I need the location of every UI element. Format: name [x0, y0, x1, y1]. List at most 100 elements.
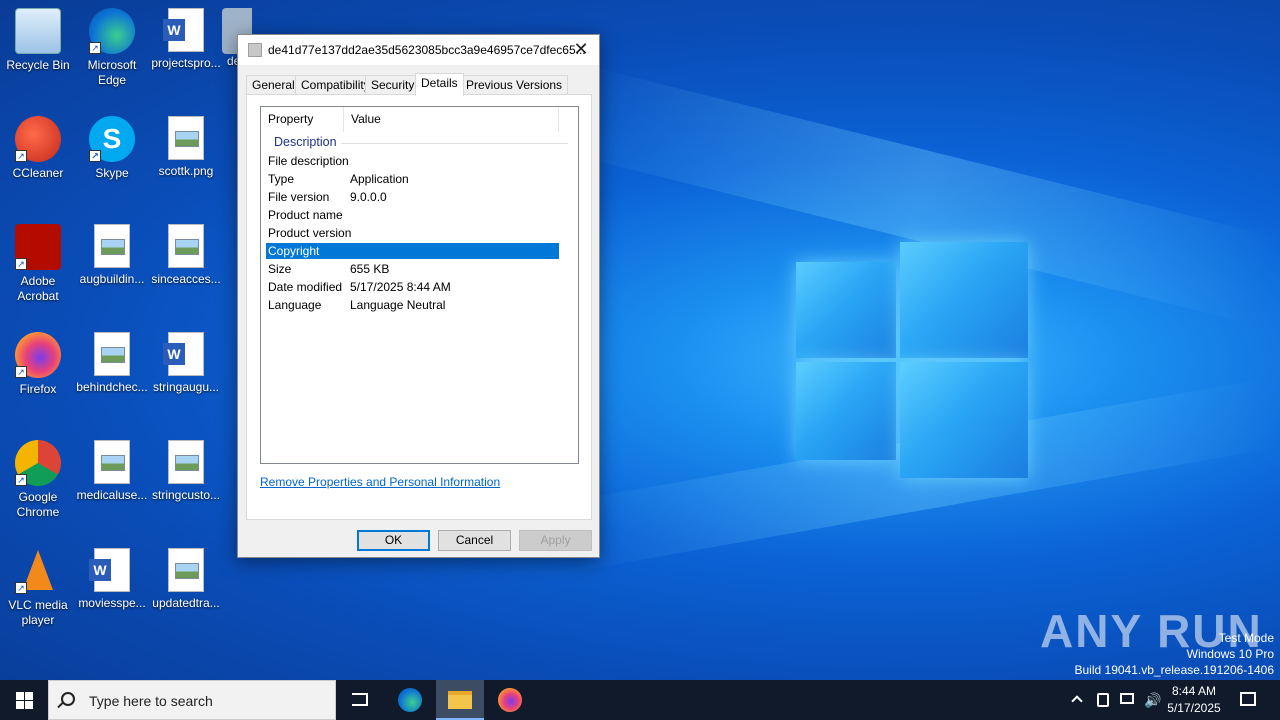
- taskbar-edge-button[interactable]: [386, 680, 434, 720]
- vlc-icon: ↗: [15, 548, 61, 594]
- desktop-icon-behindchec[interactable]: behindchec...: [74, 332, 150, 395]
- desktop-icon-label: behindchec...: [76, 380, 148, 394]
- network-button[interactable]: [1118, 680, 1136, 720]
- desktop-icon-projectspro[interactable]: W projectspro...: [148, 8, 224, 71]
- volume-button[interactable]: 🔊: [1142, 680, 1161, 720]
- desktop-icon-label: Adobe Acrobat: [17, 274, 59, 303]
- desktop-icon-label: Firefox: [19, 382, 57, 396]
- property-name: Size: [268, 262, 292, 276]
- desktop-icon-label: Skype: [95, 166, 129, 180]
- property-value: 655 KB: [350, 262, 390, 276]
- property-value: 5/17/2025 8:44 AM: [350, 280, 451, 294]
- details-row[interactable]: Product name: [266, 207, 559, 223]
- details-row-selected[interactable]: Copyright: [266, 243, 559, 259]
- property-name: Copyright: [268, 244, 320, 258]
- taskbar-clock[interactable]: 8:44 AM 5/17/2025: [1164, 683, 1224, 717]
- tab-compatibility[interactable]: Compatibility: [295, 75, 376, 95]
- column-header-value[interactable]: Value: [344, 107, 559, 132]
- desktop-icon-label: Recycle Bin: [6, 58, 70, 72]
- close-button[interactable]: ✕: [569, 40, 593, 60]
- taskbar-search-box[interactable]: Type here to search: [48, 680, 336, 720]
- property-name: Date modified: [268, 280, 343, 294]
- desktop-icon-augbuildin[interactable]: augbuildin...: [74, 224, 150, 287]
- tab-general[interactable]: General: [246, 75, 301, 95]
- details-row[interactable]: Product version: [266, 225, 559, 241]
- taskbar-firefox-button[interactable]: [486, 680, 534, 720]
- details-row[interactable]: Language Language Neutral: [266, 297, 559, 313]
- remove-properties-link[interactable]: Remove Properties and Personal Informati…: [260, 475, 500, 489]
- show-hidden-icons-button[interactable]: [1070, 680, 1086, 720]
- desktop-icon-label: stringaugu...: [152, 380, 220, 394]
- image-file-icon: [94, 224, 130, 268]
- tab-security[interactable]: Security: [365, 75, 421, 95]
- tab-previous-versions[interactable]: Previous Versions: [460, 75, 569, 95]
- word-document-icon: W: [163, 332, 204, 376]
- search-icon: [61, 692, 75, 706]
- tray-app-icon[interactable]: [1094, 680, 1112, 720]
- chevron-up-icon: [1071, 695, 1083, 707]
- image-file-icon: [168, 440, 204, 484]
- details-row[interactable]: File description: [266, 153, 559, 169]
- desktop-icon-google-chrome[interactable]: ↗ Google Chrome: [0, 440, 76, 520]
- desktop-icon-label: stringcusto...: [151, 488, 221, 502]
- details-row[interactable]: File version 9.0.0.0: [266, 189, 559, 205]
- chrome-icon: ↗: [15, 440, 61, 486]
- folder-icon: [448, 691, 472, 709]
- desktop-icon-adobe-acrobat[interactable]: ↗ Adobe Acrobat: [0, 224, 76, 304]
- property-name: Language: [268, 298, 322, 312]
- desktop-icon-moviesspe[interactable]: W moviesspe...: [74, 548, 150, 611]
- desktop-icon-recycle-bin[interactable]: Recycle Bin: [0, 8, 76, 73]
- clock-time: 8:44 AM: [1171, 684, 1217, 698]
- desktop-icon-label: Google Chrome: [16, 490, 60, 519]
- dialog-titlebar[interactable]: de41d77e137dd2ae35d5623085bcc3a9e46957ce…: [238, 35, 599, 65]
- task-view-icon: [352, 693, 368, 706]
- desktop-icon-skype[interactable]: S ↗ Skype: [74, 116, 150, 181]
- details-row[interactable]: Type Application: [266, 171, 559, 187]
- details-row[interactable]: Size 655 KB: [266, 261, 559, 277]
- property-value: 9.0.0.0: [350, 190, 387, 204]
- build-text: Build 19041.vb_release.191206-1406: [1074, 663, 1275, 677]
- desktop-icon-sinceacces[interactable]: sinceacces...: [148, 224, 224, 287]
- desktop-icon-stringcusto[interactable]: stringcusto...: [148, 440, 224, 503]
- task-view-button[interactable]: [336, 680, 384, 720]
- windows-logo: [796, 242, 1028, 478]
- ccleaner-icon: ↗: [15, 116, 61, 162]
- desktop-icon-stringaugu[interactable]: W stringaugu...: [148, 332, 224, 395]
- apply-button[interactable]: Apply: [519, 530, 592, 551]
- ok-button[interactable]: OK: [357, 530, 430, 551]
- taskbar-file-explorer-button[interactable]: [436, 680, 484, 720]
- details-listview[interactable]: Property Value Description File descript…: [260, 106, 579, 464]
- desktop-icon-medicaluse[interactable]: medicaluse...: [74, 440, 150, 503]
- notification-icon: [1240, 692, 1256, 706]
- cancel-button[interactable]: Cancel: [438, 530, 511, 551]
- start-button[interactable]: [0, 680, 48, 720]
- search-placeholder: Type here to search: [89, 693, 213, 709]
- property-name: Product version: [268, 226, 352, 240]
- desktop-icon-ccleaner[interactable]: ↗ CCleaner: [0, 116, 76, 181]
- desktop-icon-firefox[interactable]: ↗ Firefox: [0, 332, 76, 397]
- details-row[interactable]: Date modified 5/17/2025 8:44 AM: [266, 279, 559, 295]
- desktop-icon-vlc[interactable]: ↗ VLC media player: [0, 548, 76, 628]
- image-file-icon: [94, 440, 130, 484]
- desktop-icon-updatedtra[interactable]: updatedtra...: [148, 548, 224, 611]
- group-divider: [341, 143, 568, 144]
- desktop-icon-scottk[interactable]: scottk.png: [148, 116, 224, 179]
- properties-dialog: de41d77e137dd2ae35d5623085bcc3a9e46957ce…: [237, 34, 600, 558]
- property-name: File description: [268, 154, 349, 168]
- image-file-icon: [168, 224, 204, 268]
- image-file-icon: [168, 116, 204, 160]
- network-icon: [1120, 693, 1134, 704]
- desktop-icon-microsoft-edge[interactable]: ↗ Microsoft Edge: [74, 8, 150, 88]
- group-header-description: Description: [274, 135, 337, 149]
- image-file-icon: [168, 548, 204, 592]
- property-name: File version: [268, 190, 330, 204]
- column-header-property[interactable]: Property: [261, 107, 344, 132]
- property-value: Application: [350, 172, 409, 186]
- word-document-icon: W: [89, 548, 130, 592]
- desktop-icon-label: sinceacces...: [151, 272, 221, 286]
- word-document-icon: W: [163, 8, 204, 52]
- skype-icon: S ↗: [89, 116, 135, 162]
- tab-details[interactable]: Details: [415, 73, 464, 96]
- test-mode-text: Test Mode: [1218, 631, 1274, 645]
- action-center-button[interactable]: [1236, 680, 1260, 720]
